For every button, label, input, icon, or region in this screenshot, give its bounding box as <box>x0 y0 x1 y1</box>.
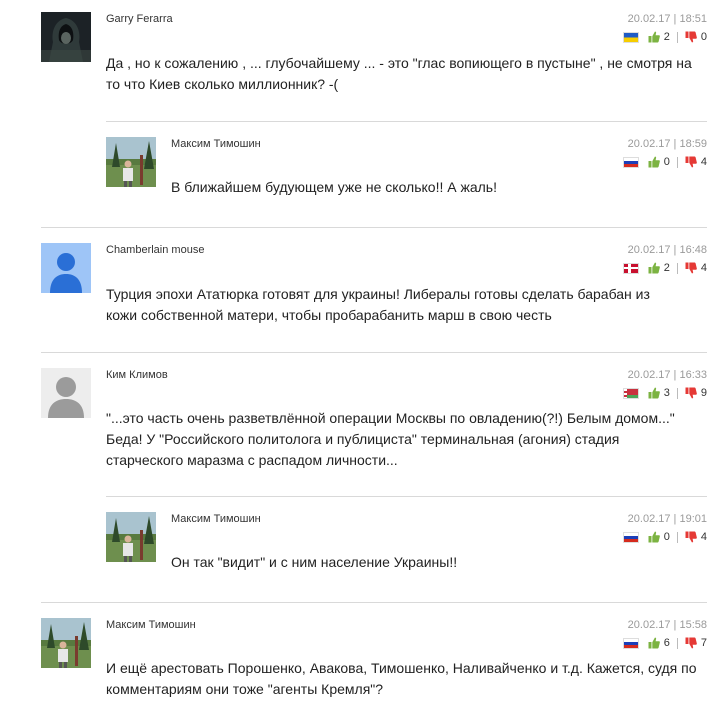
dislike-count: 0 <box>700 31 707 43</box>
divider <box>106 496 707 497</box>
vote-separator <box>676 156 678 168</box>
flag-ru-icon <box>622 156 639 168</box>
flag-no-icon <box>622 262 639 274</box>
avatar[interactable] <box>106 512 156 562</box>
vote-bar: 0 4 <box>622 530 707 544</box>
vote-separator <box>676 387 678 399</box>
like-count: 2 <box>663 31 670 43</box>
divider <box>41 227 707 228</box>
thumbs-down-icon[interactable] <box>685 531 697 543</box>
divider <box>106 121 707 122</box>
like-count: 0 <box>663 531 670 543</box>
comment: Chamberlain mouse 20.02.17 | 16:48 2 4 Т… <box>0 243 710 323</box>
comment-text: Да , но к сожалению , ... глубочайшему .… <box>106 55 692 92</box>
comment: Максим Тимошин 20.02.17 | 15:58 6 7 И ещ… <box>0 618 710 708</box>
flag-ru-icon <box>622 637 639 649</box>
comment-author[interactable]: Chamberlain mouse <box>106 244 204 256</box>
avatar[interactable] <box>41 368 91 418</box>
comment-text: В ближайшем будующем уже не сколько!! А … <box>171 179 497 195</box>
comment-author[interactable]: Максим Тимошин <box>106 619 196 631</box>
comment-reply: Максим Тимошин 20.02.17 | 19:01 0 4 Он т… <box>0 512 710 572</box>
thumbs-down-icon[interactable] <box>685 31 697 43</box>
comment-date: 20.02.17 | 16:33 <box>627 369 707 381</box>
dislike-count: 9 <box>700 387 707 399</box>
like-count: 3 <box>663 387 670 399</box>
comment-text: И ещё арестовать Порошенко, Авакова, Тим… <box>106 660 697 697</box>
avatar[interactable] <box>41 12 91 62</box>
avatar[interactable] <box>41 243 91 293</box>
thumbs-up-icon[interactable] <box>648 531 660 543</box>
like-count: 6 <box>663 637 670 649</box>
flag-ru-icon <box>622 531 639 543</box>
comment: Ким Климов 20.02.17 | 16:33 3 9 "...это … <box>0 368 710 468</box>
dislike-count: 4 <box>700 262 707 274</box>
thumbs-down-icon[interactable] <box>685 262 697 274</box>
thumbs-down-icon[interactable] <box>685 387 697 399</box>
thumbs-up-icon[interactable] <box>648 262 660 274</box>
flag-ua-icon <box>622 31 639 43</box>
dislike-count: 4 <box>700 156 707 168</box>
comment-date: 20.02.17 | 18:59 <box>627 138 707 150</box>
comment-text: Турция эпохи Ататюрка готовят для украин… <box>106 286 650 323</box>
dislike-count: 7 <box>700 637 707 649</box>
comment-author[interactable]: Максим Тимошин <box>171 138 261 150</box>
vote-separator <box>676 31 678 43</box>
comment-meta: 20.02.17 | 16:48 2 4 <box>622 243 707 275</box>
comment-meta: 20.02.17 | 15:58 6 7 <box>622 618 707 650</box>
comment-date: 20.02.17 | 15:58 <box>627 619 707 631</box>
avatar[interactable] <box>106 137 156 187</box>
comment-date: 20.02.17 | 18:51 <box>627 13 707 25</box>
vote-bar: 2 0 <box>622 30 707 44</box>
comment-author[interactable]: Garry Ferarra <box>106 13 173 25</box>
divider <box>41 602 707 603</box>
thumbs-down-icon[interactable] <box>685 637 697 649</box>
like-count: 0 <box>663 156 670 168</box>
flag-by-icon <box>622 387 639 399</box>
thumbs-up-icon[interactable] <box>648 387 660 399</box>
comment-meta: 20.02.17 | 18:51 2 0 <box>622 12 707 44</box>
thumbs-up-icon[interactable] <box>648 31 660 43</box>
dislike-count: 4 <box>700 531 707 543</box>
vote-bar: 0 4 <box>622 155 707 169</box>
comment-meta: 20.02.17 | 18:59 0 4 <box>622 137 707 169</box>
divider <box>41 352 707 353</box>
thumbs-down-icon[interactable] <box>685 156 697 168</box>
vote-separator <box>676 531 678 543</box>
vote-separator <box>676 637 678 649</box>
thumbs-up-icon[interactable] <box>648 637 660 649</box>
comment-date: 20.02.17 | 19:01 <box>627 513 707 525</box>
comment-meta: 20.02.17 | 16:33 3 9 <box>622 368 707 400</box>
vote-separator <box>676 262 678 274</box>
thumbs-up-icon[interactable] <box>648 156 660 168</box>
vote-bar: 6 7 <box>622 636 707 650</box>
vote-bar: 2 4 <box>622 261 707 275</box>
vote-bar: 3 9 <box>622 386 707 400</box>
comment-author[interactable]: Ким Климов <box>106 369 168 381</box>
comment-meta: 20.02.17 | 19:01 0 4 <box>622 512 707 544</box>
comment-text: "...это часть очень разветвлённой операц… <box>106 410 675 468</box>
avatar[interactable] <box>41 618 91 668</box>
comment-text: Он так "видит" и с ним население Украины… <box>171 554 458 570</box>
comment-author[interactable]: Максим Тимошин <box>171 513 261 525</box>
comment-date: 20.02.17 | 16:48 <box>627 244 707 256</box>
like-count: 2 <box>663 262 670 274</box>
comment-reply: Максим Тимошин 20.02.17 | 18:59 0 4 В бл… <box>0 137 710 197</box>
comment: Garry Ferarra 20.02.17 | 18:51 2 0 Да , … <box>0 12 710 92</box>
